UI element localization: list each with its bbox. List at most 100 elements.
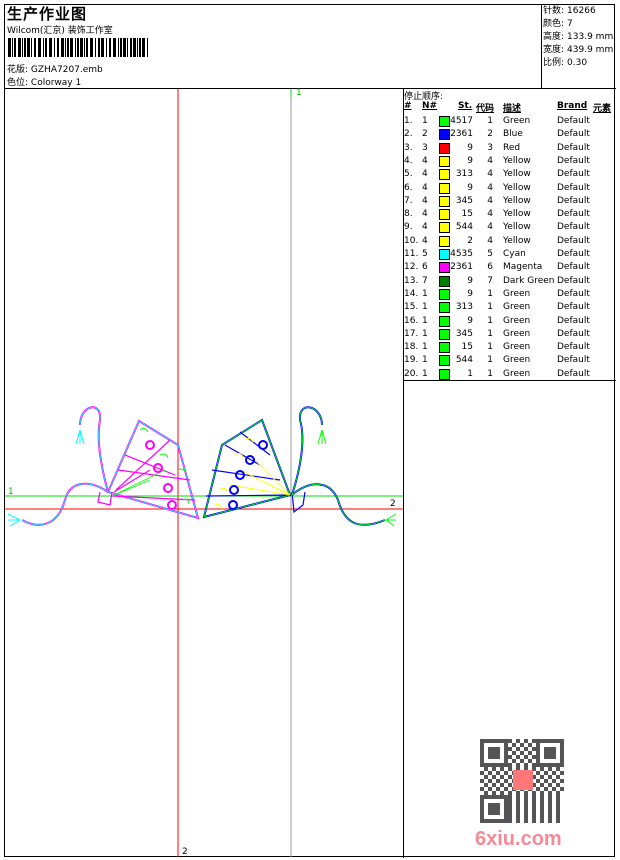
qr-module	[488, 811, 492, 815]
qr-module	[516, 815, 520, 819]
qr-module	[516, 739, 520, 743]
qr-module	[488, 751, 492, 755]
row-stitches: 9	[467, 142, 473, 153]
row-stitches: 9	[467, 275, 473, 286]
qr-module	[544, 739, 548, 743]
barcode-bar	[86, 38, 88, 57]
barcode-bar	[139, 38, 141, 57]
row-description: Green	[503, 302, 531, 313]
row-stitches: 2	[467, 235, 473, 246]
qr-module	[560, 747, 564, 751]
qr-module	[508, 783, 512, 787]
stop-row: 2. 2 2361 2 Blue Default	[404, 128, 616, 141]
qr-module	[496, 747, 500, 751]
row-brand: Default	[557, 129, 590, 140]
green-horizontal-guide-label: 1	[8, 487, 14, 497]
row-brand: Default	[557, 169, 590, 180]
row-brand: Default	[557, 182, 590, 193]
color-swatch	[439, 249, 450, 260]
row-index: 10.	[404, 235, 419, 246]
qr-module	[548, 791, 552, 795]
qr-module	[548, 755, 552, 759]
row-needle: 4	[422, 222, 428, 233]
qr-module	[560, 763, 564, 767]
color-swatch	[439, 275, 450, 287]
color-swatch	[439, 169, 450, 181]
barcode-bar	[57, 38, 59, 57]
qr-module	[552, 779, 556, 783]
qr-module	[556, 803, 560, 807]
row-code: 4	[487, 235, 493, 246]
stop-row: 12. 6 2361 6 Magenta Default	[404, 261, 616, 274]
qr-module	[508, 775, 512, 779]
row-index: 11.	[404, 249, 419, 259]
row-code: 7	[487, 275, 493, 286]
row-needle: 5	[422, 249, 428, 259]
qr-module	[480, 787, 484, 791]
qr-module	[536, 779, 540, 783]
row-code: 4	[487, 169, 493, 180]
col-header-description: 描述	[503, 104, 522, 114]
barcode-bar	[123, 38, 126, 57]
qr-module	[524, 811, 528, 815]
color-swatch	[439, 262, 450, 274]
qr-module	[496, 795, 500, 799]
qr-module	[536, 743, 540, 747]
row-stitches: 313	[455, 169, 473, 180]
row-description: Yellow	[503, 182, 531, 193]
barcode-bar	[77, 38, 79, 57]
stop-row: 14. 1 9 1 Green Default	[404, 288, 616, 301]
row-needle: 1	[422, 315, 428, 326]
row-stitches: 2361	[450, 262, 473, 273]
row-description: Yellow	[503, 235, 531, 246]
qr-module	[540, 763, 544, 767]
row-code: 1	[487, 355, 493, 366]
qr-module	[488, 771, 492, 775]
design-file-line: 花版: GZHA7207.emb	[7, 62, 103, 75]
row-needle: 6	[422, 262, 428, 273]
qr-module	[548, 775, 552, 779]
row-code: 1	[487, 302, 493, 313]
qr-module	[532, 795, 536, 799]
stop-row: 10. 4 2 4 Yellow Default	[404, 235, 616, 248]
qr-module	[504, 739, 508, 743]
qr-module	[524, 803, 528, 807]
qr-module	[496, 751, 500, 755]
qr-module	[484, 791, 488, 795]
barcode-bar	[24, 38, 26, 57]
row-code: 4	[487, 222, 493, 233]
qr-module	[540, 791, 544, 795]
qr-module	[524, 739, 528, 743]
qr-module	[488, 779, 492, 783]
qr-module	[516, 807, 520, 811]
row-code: 4	[487, 195, 493, 206]
row-stitches: 9	[467, 155, 473, 166]
colorway-line: 色位: Colorway 1	[7, 75, 81, 88]
stat-value: 0.30	[567, 58, 588, 68]
qr-module	[480, 759, 484, 763]
qr-module	[504, 815, 508, 819]
qr-module	[504, 795, 508, 799]
qr-module	[508, 791, 512, 795]
qr-module	[524, 747, 528, 751]
color-swatch	[439, 235, 450, 247]
row-stitches: 15	[461, 209, 473, 220]
qr-module	[548, 819, 552, 823]
color-swatch	[439, 302, 450, 314]
qr-module	[480, 743, 484, 747]
row-brand: Default	[557, 235, 590, 246]
qr-module	[480, 739, 484, 743]
watermark-site: 6xiu.com	[475, 828, 562, 850]
qr-module	[500, 791, 504, 795]
qr-module	[480, 755, 484, 759]
qr-module	[500, 775, 504, 779]
design-file-name: GZHA7207.emb	[30, 65, 103, 75]
barcode-bar	[127, 38, 128, 57]
row-code: 2	[487, 129, 493, 140]
qr-module	[560, 755, 564, 759]
qr-module	[556, 819, 560, 823]
qr-module	[540, 815, 544, 819]
qr-module	[532, 763, 536, 767]
qr-module	[556, 763, 560, 767]
embroidery-right-fan	[202, 406, 397, 527]
